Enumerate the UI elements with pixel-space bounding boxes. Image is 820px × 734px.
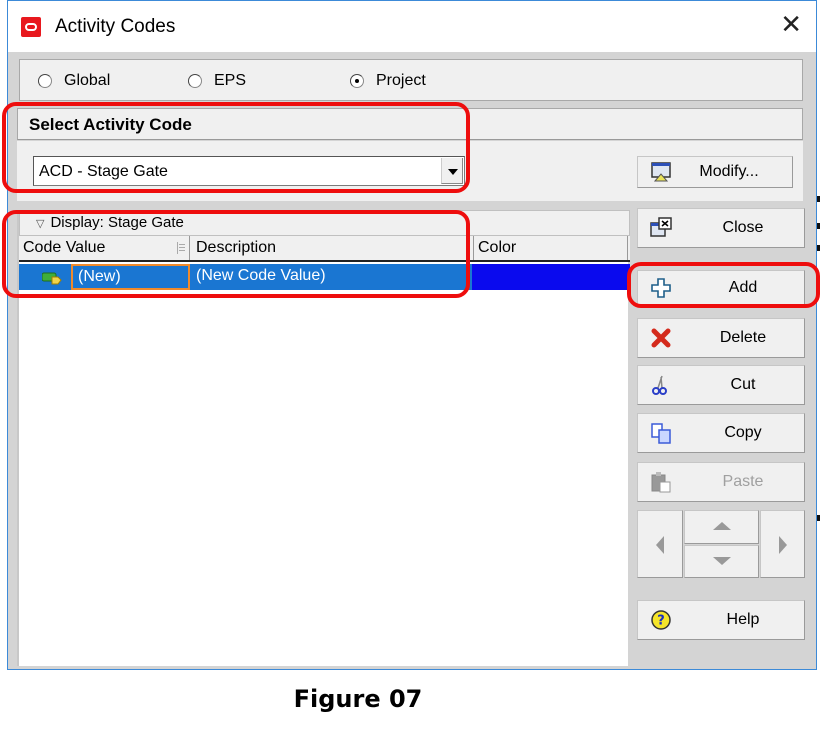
add-button[interactable]: Add bbox=[637, 270, 805, 306]
column-header-description[interactable]: Description bbox=[192, 236, 474, 260]
chevron-down-icon[interactable] bbox=[441, 158, 463, 184]
column-header-label: Description bbox=[196, 239, 277, 256]
modify-icon bbox=[651, 162, 671, 182]
radio-indicator bbox=[188, 74, 202, 88]
sort-icon[interactable] bbox=[177, 242, 185, 254]
cut-button[interactable]: Cut bbox=[637, 365, 805, 405]
plus-icon bbox=[651, 278, 671, 298]
title-bar: Activity Codes ✕ bbox=[8, 1, 816, 52]
paste-icon bbox=[651, 472, 671, 493]
display-options-bar[interactable]: ▽ Display: Stage Gate bbox=[19, 210, 630, 236]
copy-icon bbox=[651, 423, 671, 444]
code-value-input[interactable]: (New) bbox=[71, 264, 190, 290]
radio-label: EPS bbox=[214, 72, 247, 89]
description-cell[interactable]: (New Code Value) bbox=[196, 267, 326, 285]
paste-label: Paste bbox=[722, 473, 764, 490]
radio-indicator bbox=[38, 74, 52, 88]
delete-x-icon bbox=[651, 328, 671, 348]
move-left-button[interactable] bbox=[637, 510, 683, 578]
scope-radio-group: Global EPS Project bbox=[19, 59, 803, 101]
code-value-tag-icon bbox=[42, 272, 62, 285]
code-values-grid: ▽ Display: Stage Gate Code Value Descript… bbox=[17, 210, 630, 666]
column-header-label: Code Value bbox=[23, 239, 106, 256]
radio-indicator bbox=[350, 74, 364, 88]
move-down-button[interactable] bbox=[684, 545, 759, 578]
chevron-down-icon: ▽ bbox=[36, 218, 45, 230]
copy-button[interactable]: Copy bbox=[637, 413, 805, 453]
radio-label: Project bbox=[376, 72, 426, 89]
window-title: Activity Codes bbox=[55, 16, 176, 37]
paste-button[interactable]: Paste bbox=[637, 462, 805, 502]
delete-button[interactable]: Delete bbox=[637, 318, 805, 358]
column-header-code-value[interactable]: Code Value bbox=[19, 236, 190, 260]
display-label: Display: Stage Gate bbox=[50, 214, 184, 231]
help-question-icon: ? bbox=[651, 610, 671, 630]
modify-label: Modify... bbox=[699, 163, 759, 180]
svg-text:?: ? bbox=[657, 614, 665, 629]
radio-eps[interactable]: EPS bbox=[188, 72, 246, 90]
copy-label: Copy bbox=[724, 424, 762, 441]
column-header-label: Color bbox=[478, 239, 517, 256]
activity-code-dropdown[interactable]: ACD - Stage Gate bbox=[33, 156, 465, 186]
cut-label: Cut bbox=[730, 376, 756, 393]
help-label: Help bbox=[726, 611, 760, 628]
figure-caption: Figure 07 bbox=[293, 685, 423, 713]
delete-label: Delete bbox=[719, 329, 767, 346]
dropdown-value: ACD - Stage Gate bbox=[39, 163, 168, 180]
close-button[interactable]: Close bbox=[637, 208, 805, 248]
add-label: Add bbox=[728, 279, 758, 296]
radio-label: Global bbox=[64, 72, 111, 89]
radio-project[interactable]: Project bbox=[350, 72, 426, 90]
move-up-button[interactable] bbox=[684, 510, 759, 544]
move-right-button[interactable] bbox=[760, 510, 805, 578]
window-close-icon[interactable]: ✕ bbox=[780, 11, 802, 39]
help-button[interactable]: ? Help bbox=[637, 600, 805, 640]
modify-button[interactable]: Modify... bbox=[637, 156, 793, 188]
close-label: Close bbox=[722, 219, 764, 236]
arrow-up-icon bbox=[713, 522, 731, 530]
radio-global[interactable]: Global bbox=[38, 72, 110, 90]
scissors-icon bbox=[652, 375, 667, 395]
arrow-left-icon bbox=[656, 536, 664, 554]
column-headers: Code Value Description Color bbox=[19, 236, 630, 262]
close-window-icon bbox=[650, 217, 672, 237]
table-row[interactable]: (New) (New Code Value) bbox=[19, 264, 630, 290]
app-logo-icon bbox=[21, 17, 41, 37]
move-arrows-group bbox=[637, 510, 805, 578]
arrow-right-icon bbox=[779, 536, 787, 554]
column-header-color[interactable]: Color bbox=[474, 236, 628, 260]
arrow-down-icon bbox=[713, 557, 731, 565]
select-activity-code-heading: Select Activity Code bbox=[17, 108, 803, 140]
